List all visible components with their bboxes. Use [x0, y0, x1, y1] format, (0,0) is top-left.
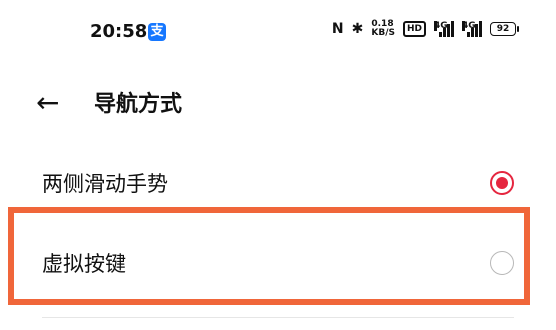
alipay-icon: 支	[148, 23, 166, 41]
bluetooth-icon: ✱	[351, 21, 364, 37]
signal-icon-sim2: 4G	[462, 21, 482, 37]
network-speed: 0.18 KB/S	[371, 20, 395, 38]
page-title: 导航方式	[94, 92, 183, 117]
status-time: 20:58	[90, 21, 148, 42]
option-swipe-gestures[interactable]: 两侧滑动手势	[0, 153, 556, 213]
radio-selected-icon[interactable]	[490, 171, 514, 195]
nfc-icon: N	[331, 21, 344, 37]
net-type-2: 4G	[462, 21, 476, 31]
option-label: 两侧滑动手势	[42, 172, 168, 196]
page-header: ← 导航方式	[36, 82, 182, 122]
highlight-box	[8, 207, 530, 305]
net-type-1: 4G	[434, 21, 448, 31]
speed-unit: KB/S	[371, 28, 395, 38]
arrow-left-icon[interactable]: ←	[36, 86, 94, 119]
status-icons: N ✱ 0.18 KB/S HD 4G 4G 92	[331, 20, 519, 38]
divider	[42, 317, 514, 318]
status-bar: 20:58 支 N ✱ 0.18 KB/S HD 4G 4G 92	[0, 0, 556, 66]
battery-icon: 92	[490, 22, 519, 36]
signal-icon-sim1: 4G	[434, 21, 454, 37]
hd-icon: HD	[402, 21, 426, 37]
